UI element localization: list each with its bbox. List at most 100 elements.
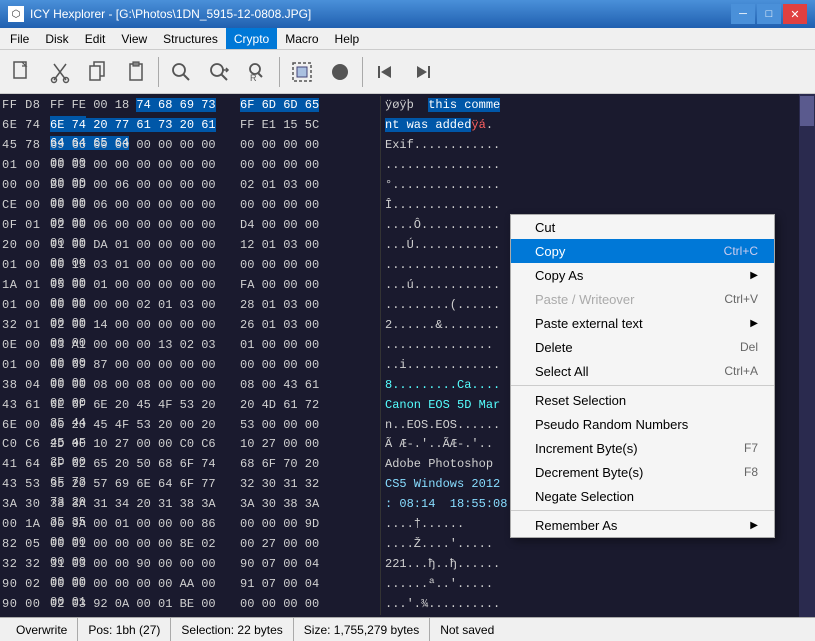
hex-bytes-right[interactable]: 10 27 00 00 xyxy=(240,435,380,455)
hex-row[interactable]: CE 00 00 00 06 00 00 00 00 00 00 0000 00… xyxy=(0,196,799,216)
toolbar-find[interactable] xyxy=(163,54,199,90)
context-menu-arrow: ▶ xyxy=(750,520,758,531)
hex-bytes-left[interactable]: 02 03 92 0A 00 01 BE 00 00 00 xyxy=(50,595,240,615)
context-menu-item-paste-external-text[interactable]: Paste external text▶ xyxy=(511,311,774,335)
hex-bytes-left[interactable]: 00 9A 00 01 00 00 00 86 00 00 xyxy=(50,515,240,535)
menu-macro[interactable]: Macro xyxy=(277,28,326,49)
hex-row[interactable]: 32 32 31 03 00 00 90 00 00 00 00 0090 07… xyxy=(0,555,799,575)
hex-bytes-right[interactable]: 12 01 03 00 xyxy=(240,236,380,256)
close-button[interactable]: ✕ xyxy=(783,4,807,24)
hex-bytes-left[interactable]: 6E 74 20 77 61 73 20 61 64 64 65 64 xyxy=(50,116,240,136)
hex-bytes-left[interactable]: 02 00 06 00 00 00 00 00 00 00 xyxy=(50,216,240,236)
hex-bytes-right[interactable]: 00 00 00 00 xyxy=(240,156,380,176)
toolbar-paste[interactable] xyxy=(118,54,154,90)
hex-bytes-left[interactable]: 38 3A 31 34 20 31 38 3A 35 35 xyxy=(50,495,240,515)
hex-bytes-right[interactable]: D4 00 00 00 xyxy=(240,216,380,236)
vertical-scrollbar[interactable] xyxy=(799,94,815,617)
hex-bytes-right[interactable]: 20 4D 61 72 xyxy=(240,396,380,416)
hex-bytes-right[interactable]: 00 00 00 00 xyxy=(240,196,380,216)
hex-bytes-left[interactable]: FF FE 00 18 74 68 69 73 20 63 xyxy=(50,96,240,116)
hex-bytes-left[interactable]: 00 20 45 4F 53 20 00 20 45 4F xyxy=(50,416,240,436)
toolbar-cut[interactable] xyxy=(42,54,78,90)
context-menu-item-copy[interactable]: CopyCtrl+C xyxy=(511,239,774,263)
hex-bytes-right[interactable]: 01 00 00 00 xyxy=(240,336,380,356)
hex-bytes-right[interactable]: 00 00 00 00 xyxy=(240,356,380,376)
context-menu-item-pseudo-random-numbers[interactable]: Pseudo Random Numbers xyxy=(511,412,774,436)
hex-bytes-right[interactable]: 91 07 00 04 xyxy=(240,575,380,595)
hex-bytes-left[interactable]: 05 00 01 00 00 00 00 00 00 00 xyxy=(50,276,240,296)
hex-bytes-right[interactable]: 00 00 00 00 xyxy=(240,595,380,615)
hex-bytes-right[interactable]: 53 00 00 00 xyxy=(240,416,380,436)
hex-bytes-left[interactable]: 2D 00 10 27 00 00 C0 C6 2D 00 xyxy=(50,435,240,455)
menu-file[interactable]: File xyxy=(2,28,37,49)
hex-bytes-left[interactable]: 00 00 00 00 00 00 AA 00 00 01 xyxy=(50,575,240,595)
context-menu-item-copy-as[interactable]: Copy As▶ xyxy=(511,263,774,287)
toolbar-findnext[interactable] xyxy=(201,54,237,90)
hex-bytes-right[interactable]: 90 07 00 04 xyxy=(240,555,380,575)
hex-bytes-left[interactable]: 31 03 00 00 90 00 00 00 00 00 xyxy=(50,555,240,575)
hex-bytes-left[interactable]: 6F 62 65 20 50 68 6F 74 6F 73 xyxy=(50,455,240,475)
hex-bytes-left[interactable]: 00 00 06 00 00 00 00 00 00 00 xyxy=(50,196,240,216)
menu-crypto[interactable]: Crypto xyxy=(226,28,277,49)
context-menu-item-cut[interactable]: Cut xyxy=(511,215,774,239)
hex-bytes-right[interactable]: 6F 6D 6D 65 xyxy=(240,96,380,116)
hex-bytes-left[interactable]: 01 00 DA 01 00 00 00 00 00 00 xyxy=(50,236,240,256)
hex-row[interactable]: 6E 74 6E 74 20 77 61 73 20 61 64 64 65 6… xyxy=(0,116,799,136)
toolbar-replace[interactable]: R xyxy=(239,54,275,90)
hex-bytes-right[interactable]: 68 6F 70 20 xyxy=(240,455,380,475)
hex-bytes-left[interactable]: 00 00 00 00 02 01 03 00 00 00 xyxy=(50,296,240,316)
hex-bytes-left[interactable]: 35 20 57 69 6E 64 6F 77 73 20 xyxy=(50,475,240,495)
context-menu-item-negate-selection[interactable]: Negate Selection xyxy=(511,484,774,508)
context-menu-item-select-all[interactable]: Select AllCtrl+A xyxy=(511,359,774,383)
hex-bytes-left[interactable]: 02 00 14 00 00 00 00 00 00 00 xyxy=(50,316,240,336)
hex-row[interactable]: 90 00 02 03 92 0A 00 01 BE 00 00 0000 00… xyxy=(0,595,799,615)
hex-bytes-left[interactable]: 00 00 08 00 08 00 00 00 00 00 xyxy=(50,376,240,396)
hex-bytes-right[interactable]: 00 00 00 00 xyxy=(240,136,380,156)
scrollbar-thumb[interactable] xyxy=(800,96,814,126)
hex-row[interactable]: FF D8 FF FE 00 18 74 68 69 73 20 636F 6D… xyxy=(0,96,799,116)
hex-bytes-left[interactable]: 00 03 00 00 00 00 00 00 00 00 xyxy=(50,156,240,176)
hex-bytes-right[interactable]: FF E1 15 5C xyxy=(240,116,380,136)
hex-bytes-left[interactable]: B0 0D 00 06 00 00 00 00 00 00 xyxy=(50,176,240,196)
hex-bytes-right[interactable]: 3A 30 38 3A xyxy=(240,495,380,515)
toolbar-copy[interactable] xyxy=(80,54,116,90)
maximize-button[interactable]: □ xyxy=(757,4,781,24)
hex-bytes-right[interactable]: 00 00 00 00 xyxy=(240,256,380,276)
menu-disk[interactable]: Disk xyxy=(37,28,76,49)
menu-help[interactable]: Help xyxy=(327,28,368,49)
context-menu-item-increment-bytes[interactable]: Increment Byte(s)F7 xyxy=(511,436,774,460)
toolbar-new[interactable] xyxy=(4,54,40,90)
context-menu-label: Decrement Byte(s) xyxy=(535,465,643,480)
toolbar-back[interactable] xyxy=(367,54,403,90)
hex-bytes-left[interactable]: 00 15 03 01 00 00 00 00 00 00 xyxy=(50,256,240,276)
hex-bytes-right[interactable]: 02 01 03 00 xyxy=(240,176,380,196)
toolbar-select-block[interactable] xyxy=(284,54,320,90)
menu-structures[interactable]: Structures xyxy=(155,28,226,49)
hex-bytes-right[interactable]: 08 00 43 61 xyxy=(240,376,380,396)
hex-bytes-right[interactable]: 26 01 03 00 xyxy=(240,316,380,336)
hex-bytes-left[interactable]: 00 01 00 00 00 00 8E 02 00 00 xyxy=(50,535,240,555)
hex-bytes-left[interactable]: 00 69 87 00 00 00 00 00 00 00 xyxy=(50,356,240,376)
hex-bytes-left[interactable]: 69 66 00 00 00 00 00 00 00 00 xyxy=(50,136,240,156)
hex-row[interactable]: 01 00 00 03 00 00 00 00 00 00 00 0000 00… xyxy=(0,156,799,176)
toolbar-forward[interactable] xyxy=(405,54,441,90)
hex-row[interactable]: 00 00 B0 0D 00 06 00 00 00 00 00 0002 01… xyxy=(0,176,799,196)
menu-edit[interactable]: Edit xyxy=(77,28,114,49)
hex-row[interactable]: 82 05 00 01 00 00 00 00 8E 02 00 0000 27… xyxy=(0,535,799,555)
hex-row[interactable]: 45 78 69 66 00 00 00 00 00 00 00 0000 00… xyxy=(0,136,799,156)
hex-bytes-left[interactable]: 6E 6F 6E 20 45 4F 53 20 35 44 xyxy=(50,396,240,416)
context-menu-item-reset-selection[interactable]: Reset Selection xyxy=(511,388,774,412)
hex-bytes-right[interactable]: 00 00 00 9D xyxy=(240,515,380,535)
hex-bytes-left[interactable]: 03 A1 00 00 00 13 02 03 00 00 xyxy=(50,336,240,356)
context-menu-item-delete[interactable]: DeleteDel xyxy=(511,335,774,359)
hex-bytes-right[interactable]: 32 30 31 32 xyxy=(240,475,380,495)
toolbar-record[interactable] xyxy=(322,54,358,90)
context-menu-item-remember-as[interactable]: Remember As▶ xyxy=(511,513,774,537)
menu-view[interactable]: View xyxy=(113,28,155,49)
hex-row[interactable]: 90 02 00 00 00 00 00 00 AA 00 00 0191 07… xyxy=(0,575,799,595)
hex-bytes-right[interactable]: 00 27 00 00 xyxy=(240,535,380,555)
context-menu-item-decrement-bytes[interactable]: Decrement Byte(s)F8 xyxy=(511,460,774,484)
hex-bytes-right[interactable]: FA 00 00 00 xyxy=(240,276,380,296)
minimize-button[interactable]: ─ xyxy=(731,4,755,24)
hex-bytes-right[interactable]: 28 01 03 00 xyxy=(240,296,380,316)
